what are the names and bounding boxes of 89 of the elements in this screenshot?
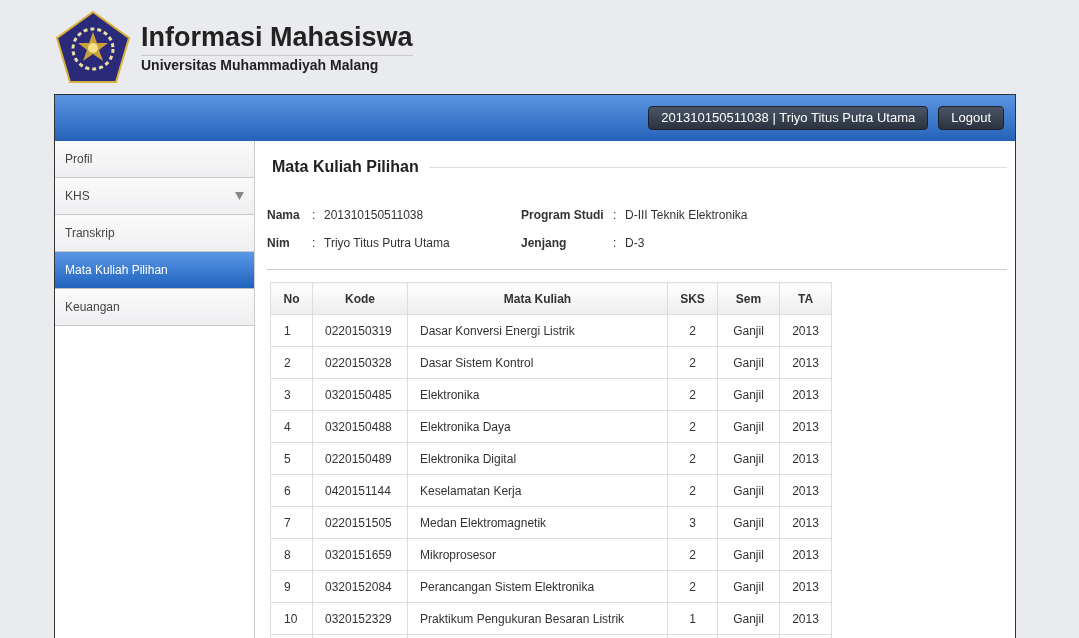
table-cell: 2	[667, 314, 718, 347]
table-cell: 2	[667, 346, 718, 379]
table-cell: Ganjil	[717, 442, 780, 475]
field-value: D-III Teknik Elektronika	[625, 207, 749, 224]
table-cell: 2	[667, 474, 718, 507]
field-value: 201310150511038	[324, 207, 425, 224]
table-cell: 2013	[779, 602, 832, 635]
table-cell: 2	[270, 346, 313, 379]
table-cell: 0420151144	[312, 474, 408, 507]
table-cell: Ganjil	[717, 410, 780, 443]
column-header: No	[270, 282, 313, 315]
table-cell: 3	[270, 378, 313, 411]
column-header: Sem	[717, 282, 780, 315]
table-cell: 1	[667, 602, 718, 635]
table-cell: 8	[270, 538, 313, 571]
table-cell: Elektronika	[407, 378, 668, 411]
table-cell: 2013	[779, 314, 832, 347]
table-cell: Praktikum Pengukuran Besaran Listrik	[407, 602, 668, 635]
table-cell: 3	[667, 506, 718, 539]
table-cell: Dasar Konversi Energi Listrik	[407, 314, 668, 347]
column-header: SKS	[667, 282, 718, 315]
field-value: Triyo Titus Putra Utama	[324, 235, 451, 252]
table-cell: 2013	[779, 474, 832, 507]
field-label: Program Studi	[521, 207, 605, 224]
table-cell: 2	[667, 442, 718, 475]
colon-separator: :	[312, 235, 317, 252]
table-cell: 2013	[779, 538, 832, 571]
section-title: Mata Kuliah Pilihan	[272, 157, 419, 177]
table-cell: Elektronika Daya	[407, 410, 668, 443]
table-cell: Ganjil	[717, 474, 780, 507]
table-cell: Ganjil	[717, 506, 780, 539]
sidebar-item[interactable]: Keuangan	[55, 289, 254, 326]
field-label: Nim	[267, 235, 291, 252]
table-cell: 0220150489	[312, 442, 408, 475]
table-cell: Medan Elektromagnetik	[407, 506, 668, 539]
table-cell: 0320151659	[312, 538, 408, 571]
table-cell: 0220150319	[312, 314, 408, 347]
table-cell: 2	[667, 538, 718, 571]
table-cell: 0220151505	[312, 506, 408, 539]
table-cell: 2013	[779, 570, 832, 603]
table-cell: 2	[667, 378, 718, 411]
user-button[interactable]: 201310150511038 | Triyo Titus Putra Utama	[648, 106, 929, 130]
sidebar-item[interactable]: Profil	[55, 141, 254, 178]
table-cell: 4	[270, 410, 313, 443]
colon-separator: :	[613, 207, 618, 224]
logout-button[interactable]: Logout	[938, 106, 1004, 130]
table-cell: 5	[270, 442, 313, 475]
table-cell: 2013	[779, 442, 832, 475]
table-cell: 0320152329	[312, 602, 408, 635]
table-cell: Elektronika Digital	[407, 442, 668, 475]
university-logo-icon	[55, 10, 131, 84]
sidebar-item[interactable]: KHS	[55, 178, 254, 215]
table-cell: 0320150485	[312, 378, 408, 411]
university-name: Universitas Muhammadiyah Malang	[141, 55, 380, 74]
table-cell: 0320152084	[312, 570, 408, 603]
column-header: Mata Kuliah	[407, 282, 668, 315]
table-cell: 10	[270, 602, 313, 635]
table-cell: 6	[270, 474, 313, 507]
table-cell: Keselamatan Kerja	[407, 474, 668, 507]
app-title: Informasi Mahasiswa	[141, 20, 413, 56]
table-cell: 9	[270, 570, 313, 603]
field-label: Nama	[267, 207, 301, 224]
sidebar-item[interactable]: Transkrip	[55, 215, 254, 252]
table-cell: Ganjil	[717, 570, 780, 603]
table-cell: 0320150488	[312, 410, 408, 443]
field-value: D-3	[625, 235, 646, 252]
table-cell: 2013	[779, 506, 832, 539]
table-cell: Mikroprosesor	[407, 538, 668, 571]
sidebar-item[interactable]: Mata Kuliah Pilihan	[55, 252, 254, 289]
table-cell: 2	[667, 410, 718, 443]
table-cell: Ganjil	[717, 602, 780, 635]
column-header: TA	[779, 282, 832, 315]
colon-separator: :	[312, 207, 317, 224]
table-cell: Perancangan Sistem Elektronika	[407, 570, 668, 603]
table-cell: Ganjil	[717, 378, 780, 411]
field-label: Jenjang	[521, 235, 568, 252]
table-cell: 7	[270, 506, 313, 539]
table-cell: 2013	[779, 378, 832, 411]
table-cell: 2013	[779, 410, 832, 443]
table-cell: 1	[270, 314, 313, 347]
table-cell: Ganjil	[717, 314, 780, 347]
table-cell: Dasar Sistem Kontrol	[407, 346, 668, 379]
table-cell: 2013	[779, 346, 832, 379]
table-cell: Ganjil	[717, 538, 780, 571]
table-cell: Ganjil	[717, 346, 780, 379]
table-cell: 2	[667, 570, 718, 603]
column-header: Kode	[312, 282, 408, 315]
table-cell: 0220150328	[312, 346, 408, 379]
colon-separator: :	[613, 235, 618, 252]
